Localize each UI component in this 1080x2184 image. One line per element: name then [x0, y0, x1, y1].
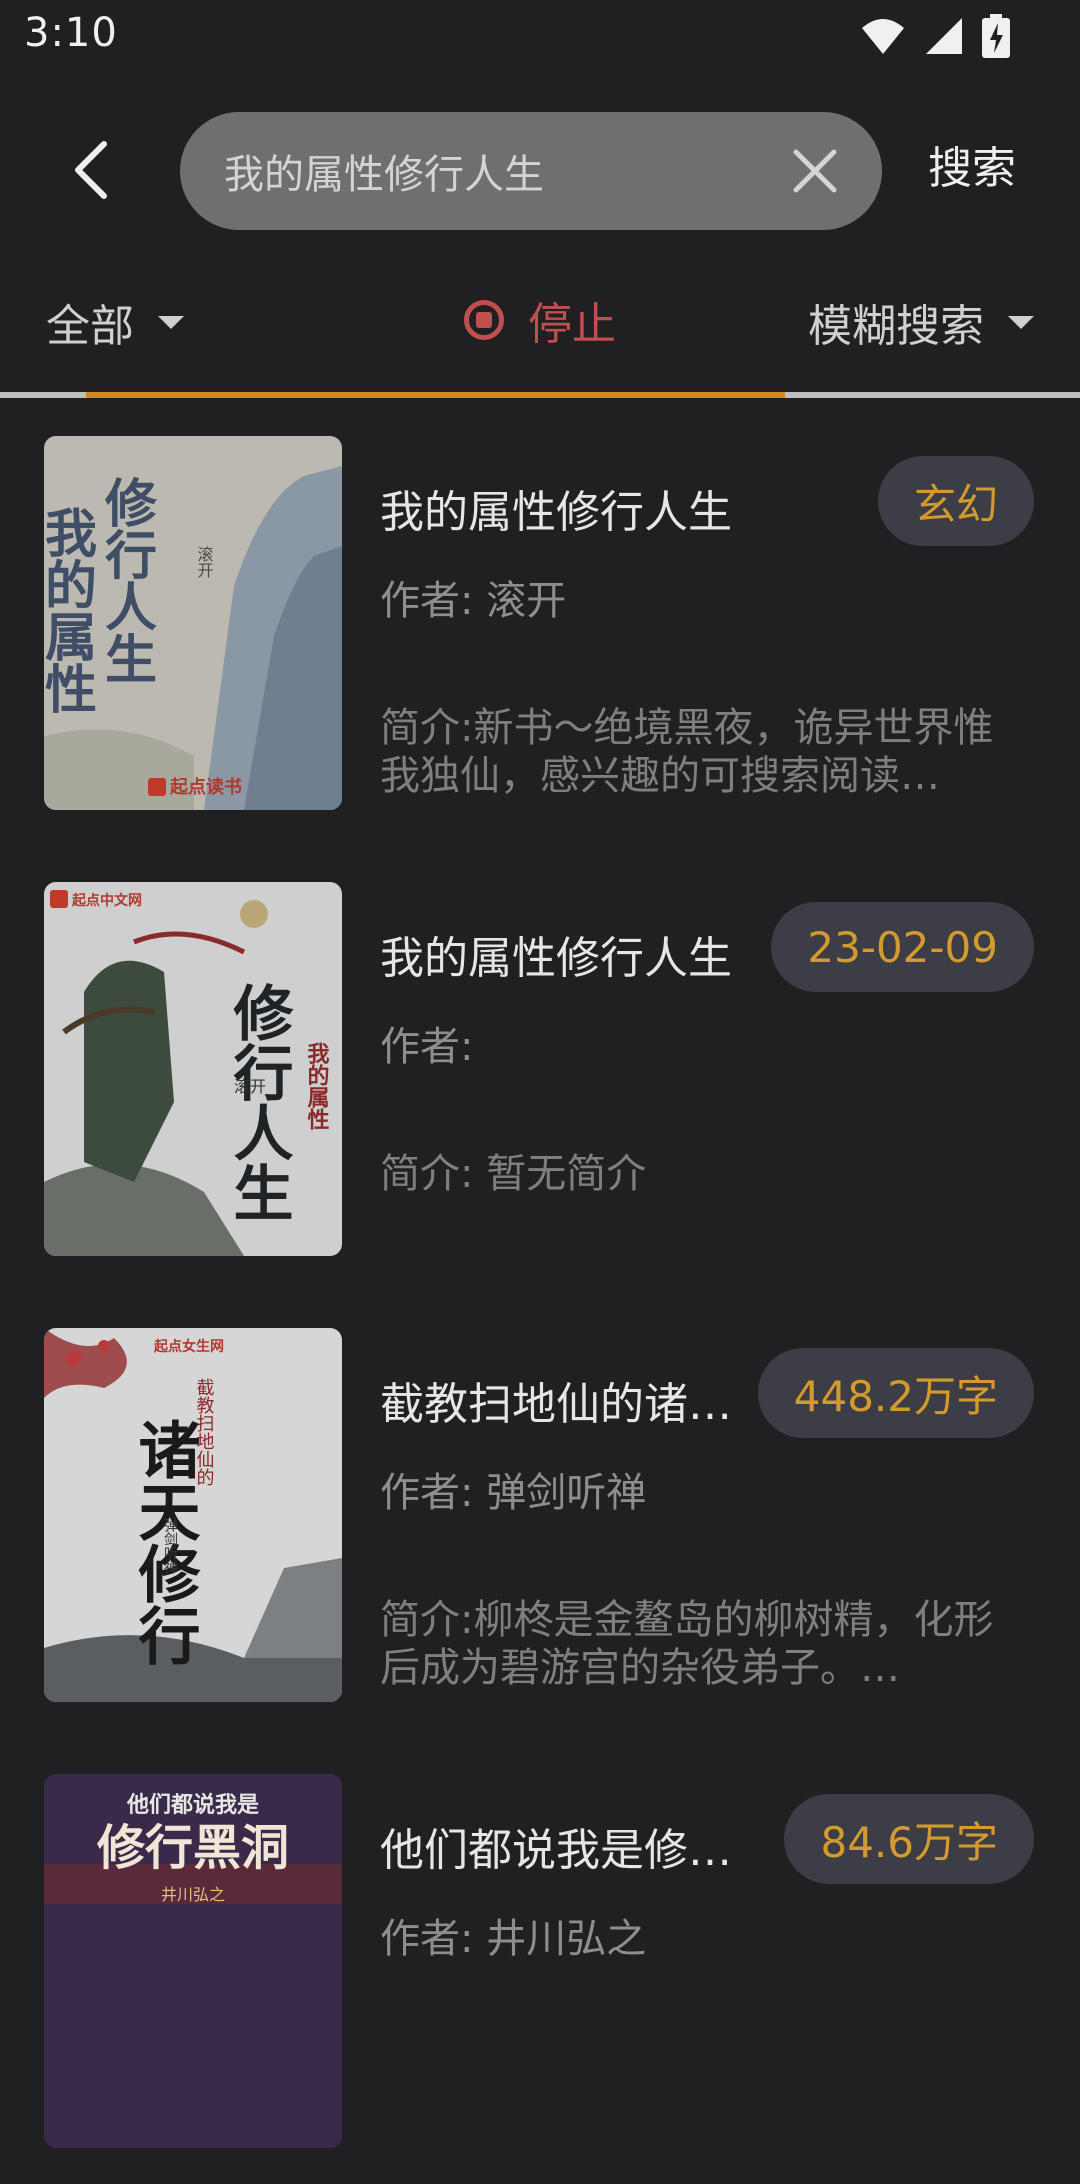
book-title: 我的属性修行人生 [380, 487, 732, 538]
caret-down-icon [1008, 315, 1034, 329]
search-mode-dropdown[interactable]: 模糊搜索 [808, 290, 1034, 354]
book-list-item[interactable]: 我的属性 修行人生 滚开 起点读书 我的属性修行人生 玄幻 作者: 滚开 简介:… [0, 400, 1080, 846]
book-title: 我的属性修行人生 [380, 933, 732, 984]
book-author: 作者: 弹剑听禅 [380, 1470, 647, 1516]
signal-icon [926, 18, 962, 54]
book-tag: 448.2万字 [757, 1348, 1034, 1438]
cover-title: 修行黑洞 [97, 1820, 289, 1876]
battery-charging-icon [982, 14, 1010, 58]
back-arrow-icon [75, 141, 107, 199]
book-author: 作者: [380, 1024, 474, 1070]
stop-search-button[interactable]: 停止 [464, 288, 616, 352]
cover-subtitle: 我的属性 [304, 1042, 330, 1130]
book-title: 截教扫地仙的诸… [380, 1379, 732, 1430]
status-bar: 3:10 [0, 0, 1080, 80]
clear-search-button[interactable] [784, 140, 846, 202]
book-cover: 我的属性 修行人生 滚开 起点读书 [44, 436, 342, 810]
book-author: 作者: 滚开 [380, 578, 567, 624]
cover-author: 滚开 [195, 546, 214, 578]
cover-publisher: 起点女生网 [153, 1338, 224, 1355]
cover-title-left: 我的属性 [44, 506, 97, 714]
stop-icon [464, 300, 504, 340]
search-button[interactable]: 搜索 [928, 132, 1016, 196]
book-intro: 简介: 暂无简介 [380, 1151, 647, 1197]
cover-title-right: 修行人生 [96, 476, 157, 684]
wifi-icon [862, 19, 904, 54]
search-toolbar: 搜索 [0, 80, 1080, 260]
cover-title: 修行人生 [223, 982, 293, 1222]
book-list-item[interactable]: 起点女生网 截教扫地仙的 诸天修行 弹剑听禅 截教扫地仙的诸… 448.2万字 … [0, 1292, 1080, 1738]
book-title: 他们都说我是修… [380, 1825, 732, 1876]
cover-small-title: 他们都说我是 [126, 1792, 259, 1818]
book-cover: 他们都说我是 修行黑洞 井川弘之 [44, 1774, 342, 2148]
search-progress-fill [86, 392, 785, 398]
search-mode-label: 模糊搜索 [808, 301, 984, 352]
filter-bar: 全部 停止 模糊搜索 [0, 260, 1080, 390]
cover-author: 滚开 [234, 1077, 266, 1096]
book-tag: 23-02-09 [771, 902, 1034, 992]
book-intro: 简介:新书～绝境黑夜，诡异世界惟我独仙，感兴趣的可搜索阅读… [380, 705, 994, 799]
book-cover: 起点女生网 截教扫地仙的 诸天修行 弹剑听禅 [44, 1328, 342, 1702]
stop-label: 停止 [528, 299, 616, 350]
book-list-item[interactable]: 他们都说我是 修行黑洞 井川弘之 他们都说我是修… 84.6万字 作者: 井川弘… [0, 1738, 1080, 2184]
caret-down-icon [158, 315, 184, 329]
scope-dropdown-label: 全部 [46, 301, 134, 352]
book-cover: 起点中文网 修行人生 我的属性 滚开 [44, 882, 342, 1256]
back-button[interactable] [50, 120, 130, 220]
close-icon [793, 149, 837, 193]
cover-author: 弹剑听禅 [162, 1518, 178, 1574]
book-author: 作者: 井川弘之 [380, 1916, 647, 1962]
cover-author: 井川弘之 [161, 1885, 225, 1904]
status-icons [860, 12, 1010, 60]
cover-publisher: 起点中文网 [71, 892, 142, 909]
search-box [180, 112, 882, 230]
book-intro: 简介:柳柊是金鳌岛的柳树精，化形后成为碧游宫的杂役弟子。… [380, 1597, 994, 1691]
scope-dropdown[interactable]: 全部 [46, 290, 184, 354]
cover-publisher: 起点读书 [169, 776, 242, 798]
search-progress-bar [0, 392, 1080, 398]
search-input[interactable] [224, 112, 744, 230]
book-tag: 84.6万字 [784, 1794, 1034, 1884]
status-time: 3:10 [24, 10, 118, 56]
book-tag: 玄幻 [877, 456, 1034, 546]
book-list-item[interactable]: 起点中文网 修行人生 我的属性 滚开 我的属性修行人生 23-02-09 作者:… [0, 846, 1080, 1292]
